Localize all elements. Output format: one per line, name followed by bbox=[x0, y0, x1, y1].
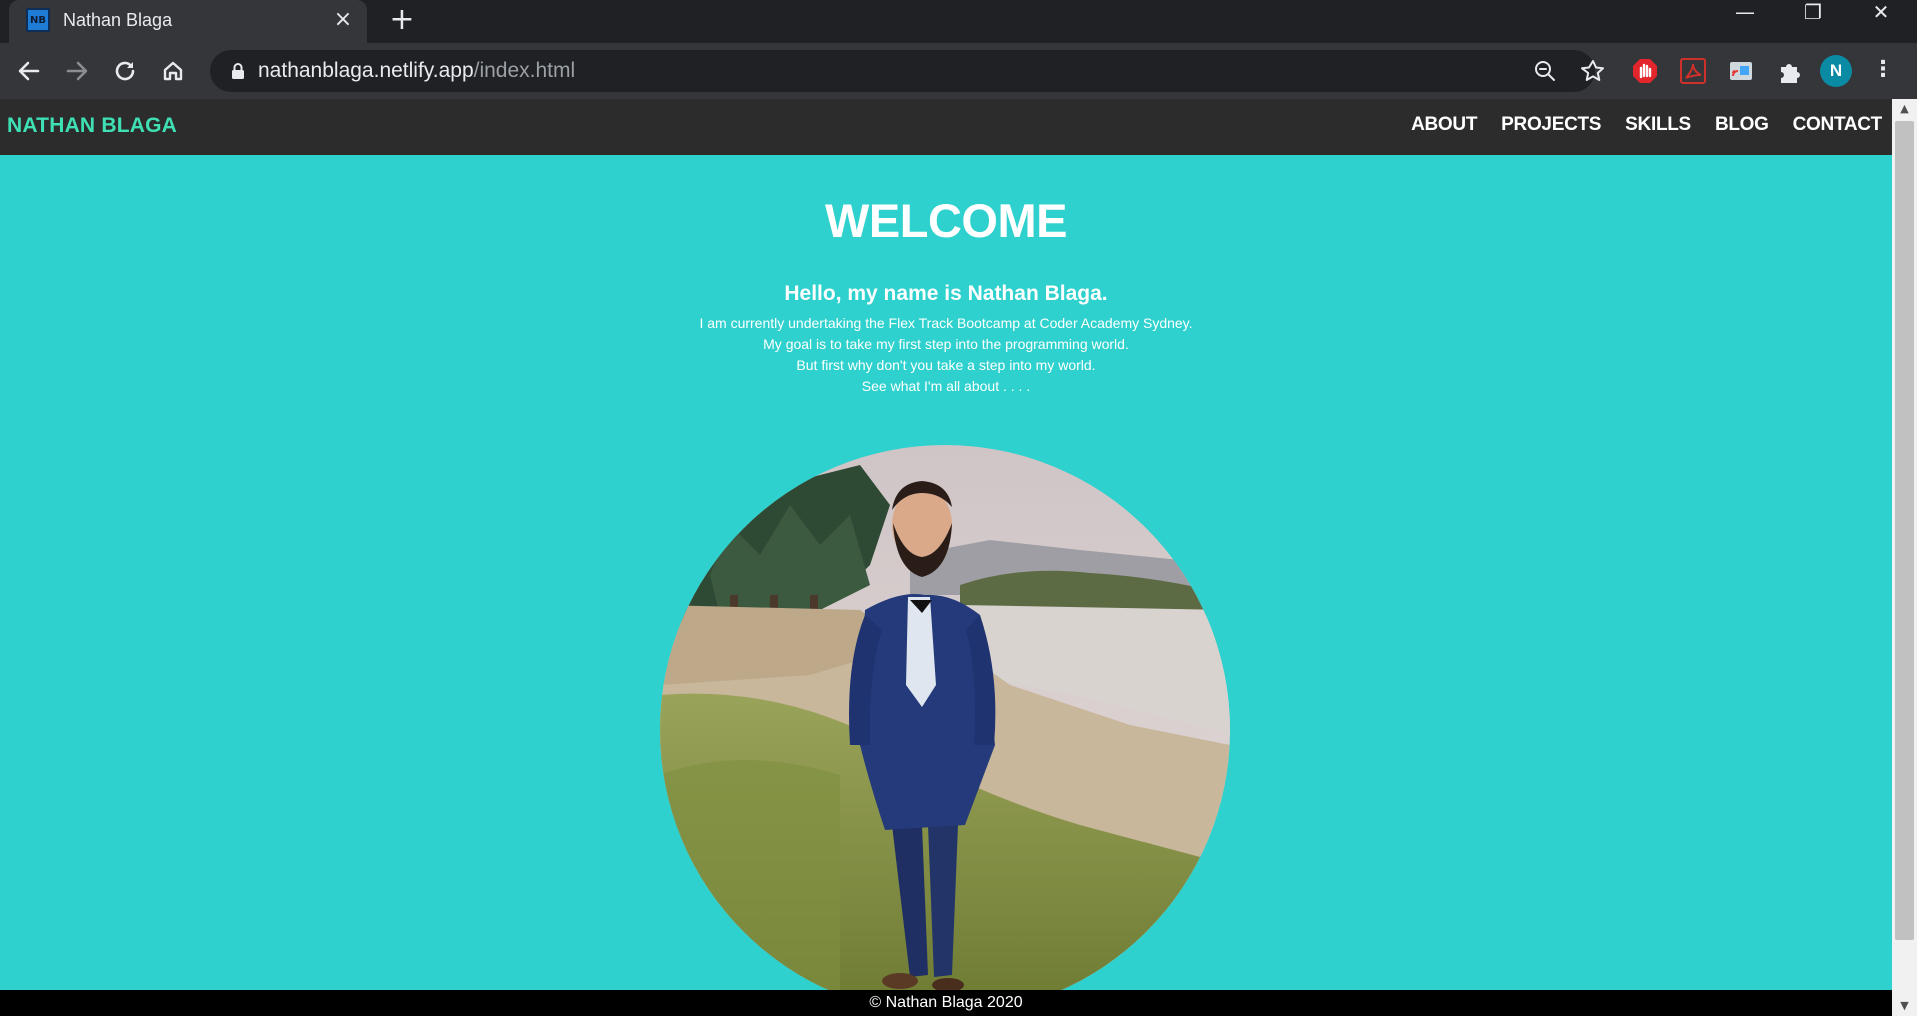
address-bar[interactable]: nathanblaga.netlify.app/index.html bbox=[210, 50, 1604, 92]
url-text[interactable]: nathanblaga.netlify.app/index.html bbox=[258, 59, 575, 83]
adblock-extension-icon[interactable] bbox=[1630, 56, 1660, 86]
acrobat-extension-icon[interactable] bbox=[1678, 56, 1708, 86]
browser-menu-icon[interactable]: ⋮ bbox=[1868, 55, 1898, 87]
tab-title: Nathan Blaga bbox=[63, 10, 173, 30]
nav-link-about[interactable]: ABOUT bbox=[1411, 114, 1477, 136]
bookmark-star-icon[interactable] bbox=[1578, 56, 1608, 86]
url-domain: nathanblaga.netlify.app bbox=[258, 59, 474, 82]
home-icon bbox=[163, 61, 183, 81]
nav-link-projects[interactable]: PROJECTS bbox=[1501, 114, 1601, 136]
site-navbar: NATHAN BLAGA ABOUT PROJECTS SKILLS BLOG … bbox=[0, 99, 1892, 155]
zoom-icon[interactable] bbox=[1530, 56, 1560, 86]
back-button[interactable] bbox=[10, 52, 48, 90]
page-scrollbar[interactable]: ▲ ▼ bbox=[1892, 99, 1917, 1016]
scrollbar-thumb[interactable] bbox=[1895, 121, 1914, 940]
lock-icon[interactable] bbox=[228, 61, 248, 81]
profile-photo bbox=[660, 445, 1230, 1015]
browser-tab[interactable]: NB Nathan Blaga × bbox=[9, 0, 367, 43]
nav-link-blog[interactable]: BLOG bbox=[1715, 114, 1769, 136]
scroll-up-arrow-icon[interactable]: ▲ bbox=[1892, 99, 1917, 119]
browser-toolbar: nathanblaga.netlify.app/index.html N ⋮ bbox=[0, 43, 1917, 99]
intro-text: I am currently undertaking the Flex Trac… bbox=[0, 313, 1892, 397]
new-tab-button[interactable]: + bbox=[384, 3, 420, 39]
cast-extension-icon[interactable] bbox=[1726, 56, 1756, 86]
intro-line: My goal is to take my first step into th… bbox=[763, 336, 1129, 352]
intro-line: But first why don't you take a step into… bbox=[796, 357, 1096, 373]
home-button[interactable] bbox=[154, 52, 192, 90]
scroll-down-arrow-icon[interactable]: ▼ bbox=[1892, 996, 1917, 1016]
url-path: /index.html bbox=[473, 59, 576, 82]
web-page: NATHAN BLAGA ABOUT PROJECTS SKILLS BLOG … bbox=[0, 99, 1892, 1016]
nav-link-skills[interactable]: SKILLS bbox=[1625, 114, 1691, 136]
forward-arrow-icon bbox=[66, 61, 88, 81]
tab-close-icon[interactable]: × bbox=[329, 6, 357, 34]
restore-button[interactable]: ❐ bbox=[1779, 0, 1847, 34]
site-brand-link[interactable]: NATHAN BLAGA bbox=[7, 114, 177, 138]
site-footer: © Nathan Blaga 2020 bbox=[0, 990, 1892, 1016]
nav-link-contact[interactable]: CONTACT bbox=[1793, 114, 1883, 136]
reload-button[interactable] bbox=[106, 52, 144, 90]
intro-line: I am currently undertaking the Flex Trac… bbox=[699, 315, 1193, 331]
extensions-puzzle-icon[interactable] bbox=[1774, 56, 1804, 86]
profile-avatar[interactable]: N bbox=[1820, 55, 1852, 87]
nav-links: ABOUT PROJECTS SKILLS BLOG CONTACT bbox=[1411, 114, 1882, 136]
greeting-heading: Hello, my name is Nathan Blaga. bbox=[784, 282, 1108, 305]
intro-line: See what I'm all about . . . . bbox=[861, 378, 1031, 394]
tab-strip: NB Nathan Blaga × + — ❐ ✕ bbox=[0, 0, 1917, 43]
minimize-button[interactable]: — bbox=[1711, 0, 1779, 34]
close-window-button[interactable]: ✕ bbox=[1847, 0, 1915, 34]
back-arrow-icon bbox=[18, 61, 40, 81]
favicon-icon: NB bbox=[26, 8, 50, 32]
welcome-heading: WELCOME bbox=[825, 194, 1067, 247]
forward-button[interactable] bbox=[58, 52, 96, 90]
reload-icon bbox=[115, 61, 135, 81]
